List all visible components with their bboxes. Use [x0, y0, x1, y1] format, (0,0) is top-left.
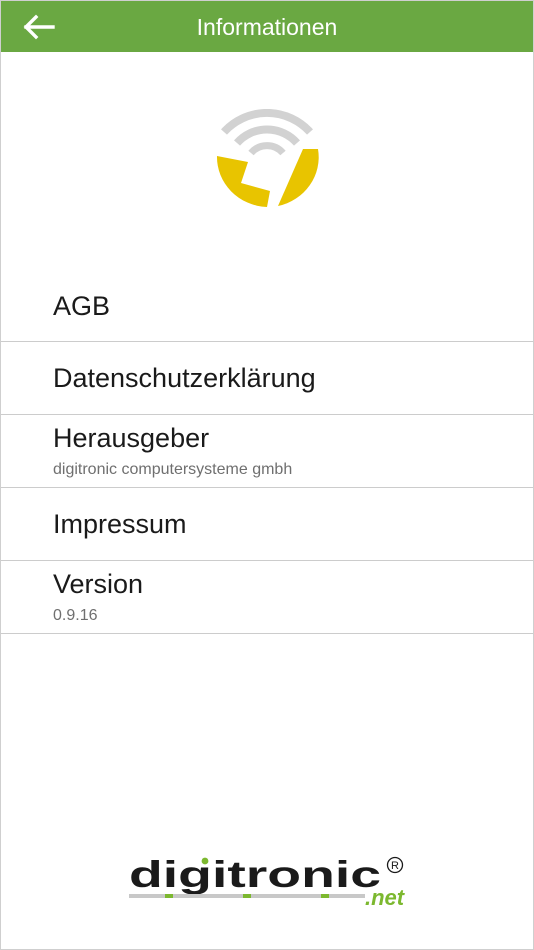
info-list: AGB Datenschutzerklärung Herausgeber dig… — [1, 270, 533, 634]
app-bar: Informationen — [1, 1, 533, 52]
brand-suffix: .net — [365, 885, 406, 910]
list-item-title: Datenschutzerklärung — [53, 363, 316, 393]
list-item-subtitle: 0.9.16 — [53, 607, 98, 624]
list-item-title: AGB — [53, 291, 111, 321]
list-item-imprint[interactable]: Impressum — [1, 488, 533, 561]
list-item-privacy[interactable]: Datenschutzerklärung — [1, 342, 533, 415]
app-logo-icon — [216, 109, 319, 207]
list-item-version[interactable]: Version 0.9.16 — [1, 561, 533, 634]
page-title: Informationen — [196, 14, 338, 40]
list-item-agb[interactable]: AGB — [1, 270, 533, 342]
brand-name: digitronic — [129, 854, 381, 895]
registered-mark: R — [391, 860, 399, 872]
brand-dot — [201, 857, 209, 865]
list-item-title: Herausgeber — [53, 423, 210, 453]
list-item-publisher[interactable]: Herausgeber digitronic computersysteme g… — [1, 415, 533, 488]
list-item-title: Version — [53, 569, 144, 599]
brand-dotted-line — [129, 894, 365, 898]
list-item-title: Impressum — [53, 509, 187, 539]
list-item-subtitle: digitronic computersysteme gmbh — [53, 461, 293, 478]
brand-logo: digitronic .net R — [129, 854, 406, 910]
